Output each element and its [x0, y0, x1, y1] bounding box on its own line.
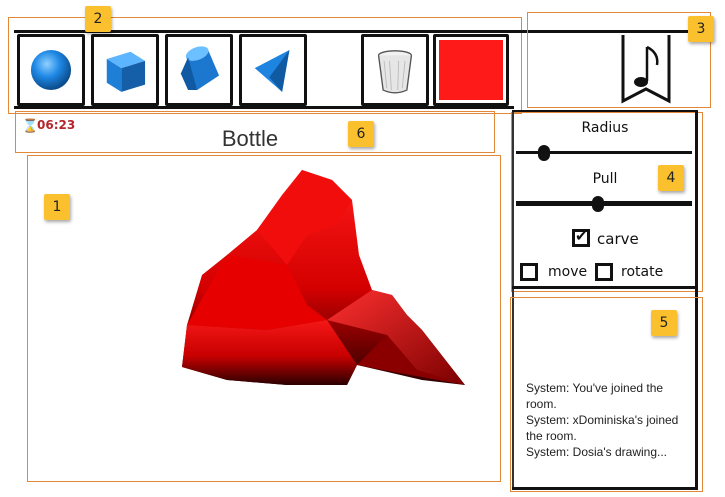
annotation-badge-6: 6: [348, 121, 374, 147]
cylinder-tool-button[interactable]: [165, 34, 233, 106]
timer: 06:23: [37, 118, 76, 132]
sphere-tool-button[interactable]: [17, 34, 85, 106]
move-label: move: [548, 264, 588, 280]
cup-tool-button[interactable]: [361, 34, 429, 106]
3d-model[interactable]: [27, 155, 501, 482]
controls-top-rule: [512, 110, 698, 112]
chat-log: System: You've joined the room. System: …: [526, 380, 686, 460]
chat-bottom-rule: [512, 487, 698, 490]
chat-message: System: You've joined the room.: [526, 381, 664, 411]
cup-icon: [377, 50, 413, 94]
carve-checkbox[interactable]: ✔: [572, 227, 590, 247]
music-toggle-button[interactable]: [619, 33, 673, 109]
pull-slider-handle[interactable]: [592, 196, 604, 212]
cone-tool-button[interactable]: [239, 34, 307, 106]
checkmark-icon: ✔: [575, 227, 588, 245]
cube-tool-button[interactable]: [91, 34, 159, 106]
annotation-badge-5: 5: [651, 310, 677, 336]
sphere-icon: [30, 49, 72, 91]
color-swatch-button[interactable]: [433, 34, 509, 106]
chat-message: System: Dosia's drawing...: [526, 445, 668, 459]
cube-icon: [106, 51, 146, 92]
rotate-label: rotate: [621, 264, 664, 280]
hourglass-icon: ⌛: [22, 118, 39, 133]
color-swatch: [439, 40, 503, 100]
controls-bottom-rule: [512, 286, 698, 289]
annotation-badge-2: 2: [85, 6, 111, 32]
toolbar-bottom-rule: [14, 106, 514, 109]
rotate-checkbox[interactable]: [595, 263, 613, 281]
annotation-badge-3: 3: [688, 16, 714, 42]
pull-label: Pull: [592, 171, 618, 187]
cylinder-icon: [180, 46, 220, 91]
carve-label: carve: [597, 230, 639, 248]
radius-label: Radius: [581, 120, 629, 136]
annotation-badge-1: 1: [44, 194, 70, 220]
pull-slider[interactable]: [516, 196, 692, 212]
music-note-icon: [621, 35, 671, 104]
pull-slider-track: [516, 201, 692, 206]
move-checkbox[interactable]: [520, 263, 538, 281]
page-title: Bottle: [221, 126, 279, 151]
cone-icon: [254, 49, 290, 92]
radius-slider-handle[interactable]: [538, 145, 550, 161]
radius-slider[interactable]: [516, 145, 692, 161]
chat-message: System: xDominiska's joined the room.: [526, 413, 679, 443]
annotation-badge-4: 4: [658, 165, 684, 191]
